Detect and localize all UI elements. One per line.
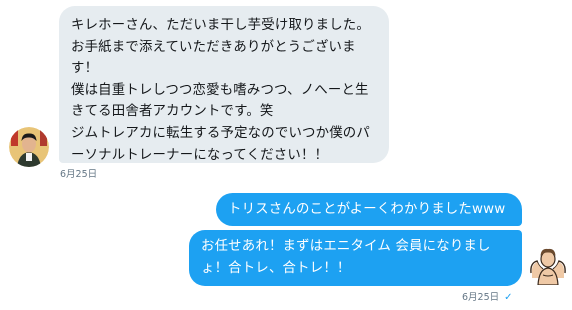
checkmark-icon: ✓	[504, 292, 513, 303]
incoming-message-bubble[interactable]: キレホーさん、ただいま干し芋受け取りました。 お手紙まで添えていただきありがとう…	[59, 6, 389, 163]
outgoing-timestamp: 6月25日 ✓	[462, 289, 513, 303]
timestamp-text: 6月25日	[462, 292, 500, 303]
message-line: お任せあれ！まずはエニタイム 会員になりまし	[201, 239, 491, 254]
conversation: キレホーさん、ただいま干し芋受け取りました。 お手紙まで添えていただきありがとう…	[0, 0, 572, 310]
user-avatar-icon[interactable]	[9, 127, 49, 167]
message-line: ょ！合トレ、合トレ！！	[201, 260, 351, 276]
message-line: ジムトレアカに転生する予定なのでいつか僕のパ	[71, 125, 370, 141]
message-line: きてる田舎者アカウントです。笑	[71, 104, 274, 120]
message-line: 僕は自重トレしつつ恋愛も嗜みつつ、ノへーと生	[71, 82, 369, 98]
outgoing-message-bubble[interactable]: トリスさんのことがよーくわかりましたwww	[216, 193, 522, 226]
message-line: お手紙まで添えていただきありがとうございま	[71, 39, 356, 55]
message-line: ーソナルトレーナーになってください！！	[71, 147, 329, 163]
message-line: トリスさんのことがよーくわかりましたwww	[228, 202, 506, 217]
message-timestamp: 6月25日	[60, 169, 98, 180]
muscle-avatar-icon[interactable]	[527, 243, 569, 285]
outgoing-message-bubble[interactable]: お任せあれ！まずはエニタイム 会員になりまし ょ！合トレ、合トレ！！	[189, 230, 522, 286]
message-line: す！	[71, 61, 99, 77]
message-line: キレホーさん、ただいま干し芋受け取りました。	[71, 18, 370, 33]
